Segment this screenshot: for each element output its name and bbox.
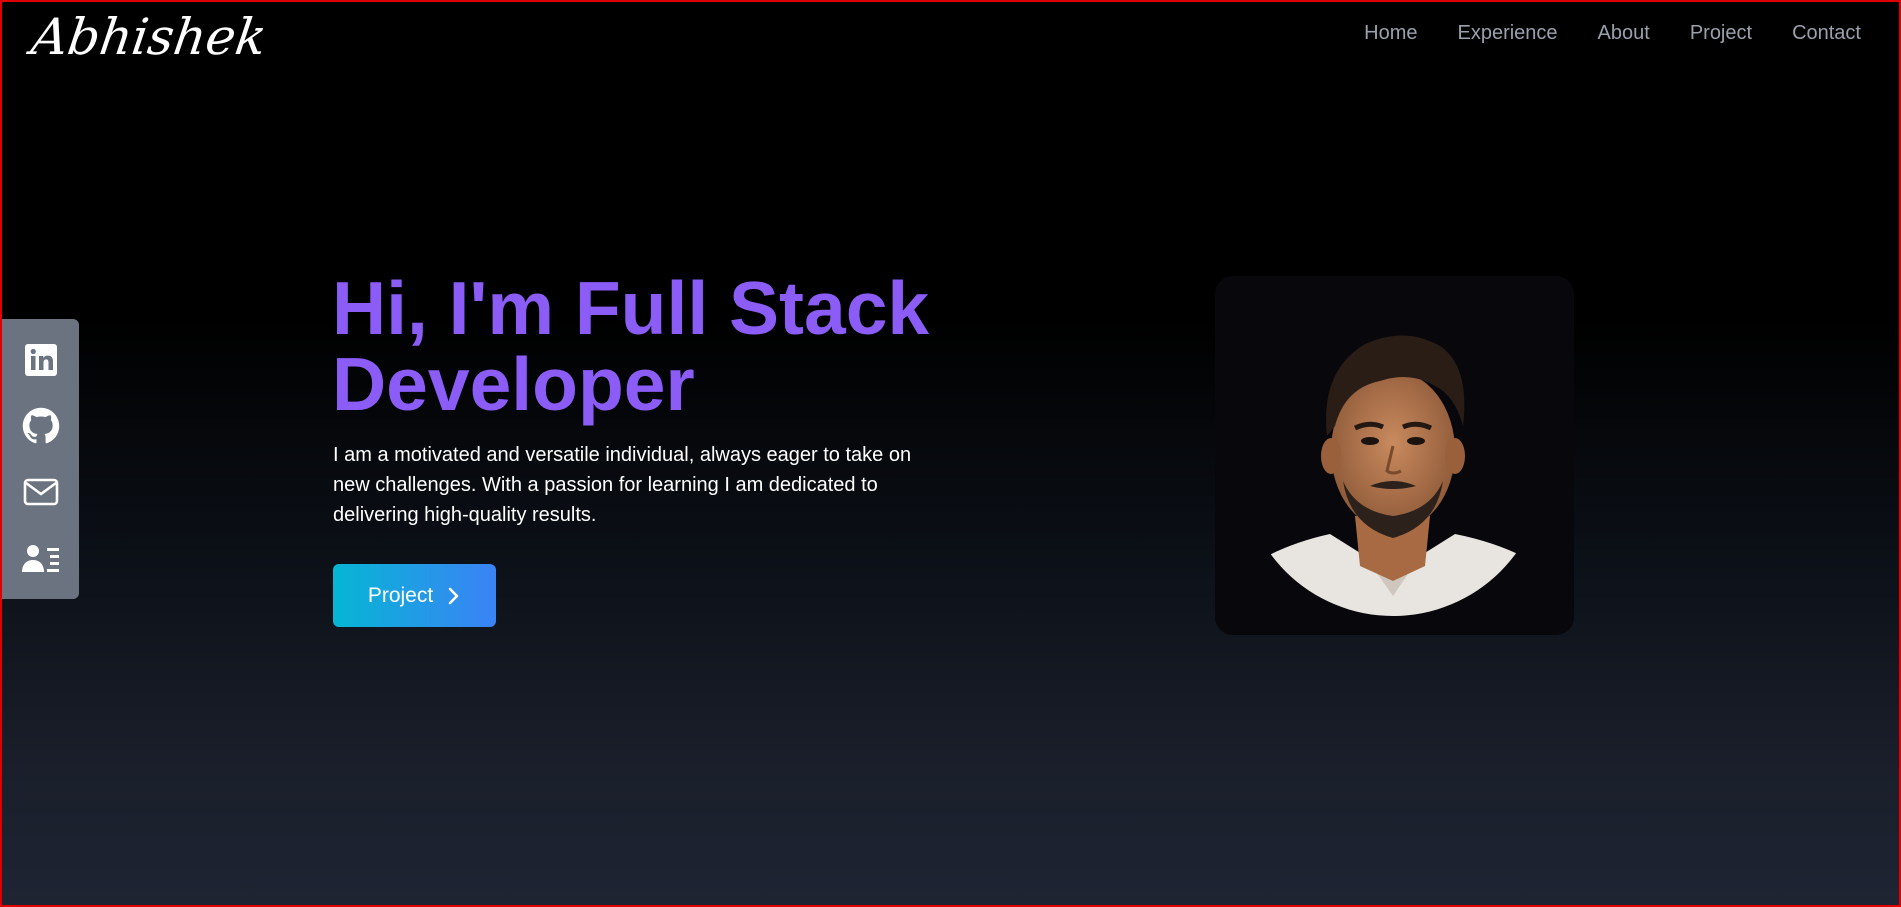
nav-contact[interactable]: Contact — [1792, 22, 1861, 45]
main-nav: Home Experience About Project Contact — [1364, 22, 1861, 45]
nav-home[interactable]: Home — [1364, 22, 1417, 45]
social-sidebar — [2, 319, 79, 599]
mail-icon — [23, 478, 58, 506]
nav-project[interactable]: Project — [1690, 22, 1752, 45]
linkedin-link[interactable] — [21, 340, 61, 380]
linkedin-icon — [24, 344, 57, 376]
hero-description: I am a motivated and versatile individua… — [333, 444, 912, 526]
email-link[interactable] — [21, 472, 61, 512]
project-button-label: Project — [367, 583, 434, 607]
chevron-right-icon — [448, 587, 459, 604]
profile-card — [1215, 276, 1574, 635]
nav-about[interactable]: About — [1598, 22, 1650, 45]
hero-title-line-2: Developer — [332, 342, 695, 426]
project-button[interactable]: Project — [333, 564, 496, 627]
github-icon — [22, 407, 59, 444]
resume-icon — [21, 545, 59, 572]
hero-title-line-1: Hi, I'm Full Stack — [332, 266, 930, 350]
profile-photo — [1215, 276, 1574, 635]
nav-experience[interactable]: Experience — [1457, 22, 1557, 45]
resume-link[interactable] — [21, 538, 61, 578]
hero-title: Hi, I'm Full Stack Developer — [332, 270, 972, 422]
site-logo[interactable]: Abhishek — [28, 8, 270, 66]
github-link[interactable] — [21, 406, 61, 446]
